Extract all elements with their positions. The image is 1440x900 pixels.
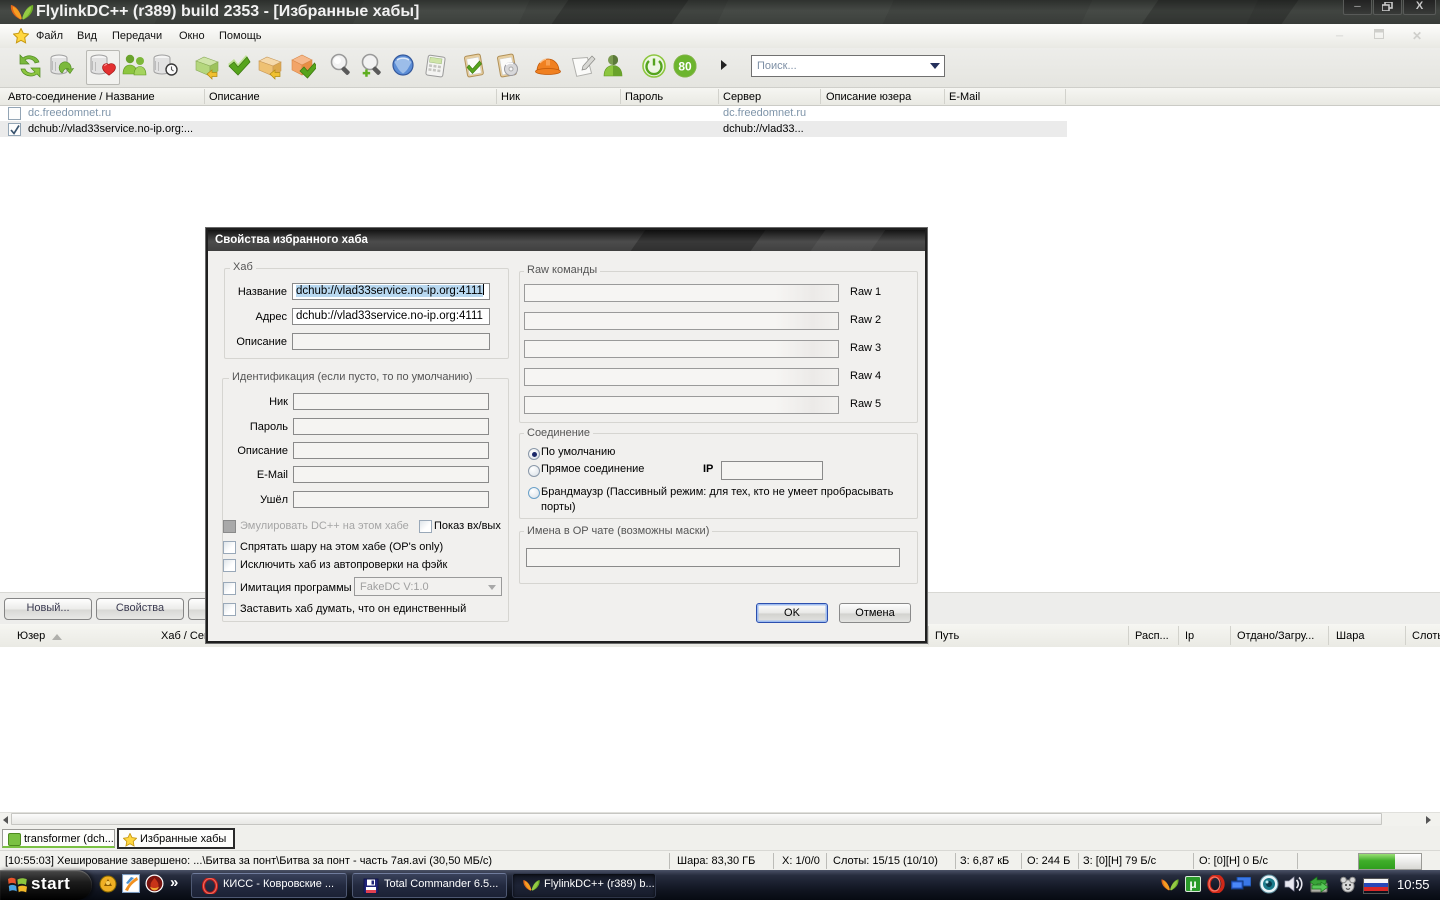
svg-text:80: 80 <box>678 60 692 74</box>
